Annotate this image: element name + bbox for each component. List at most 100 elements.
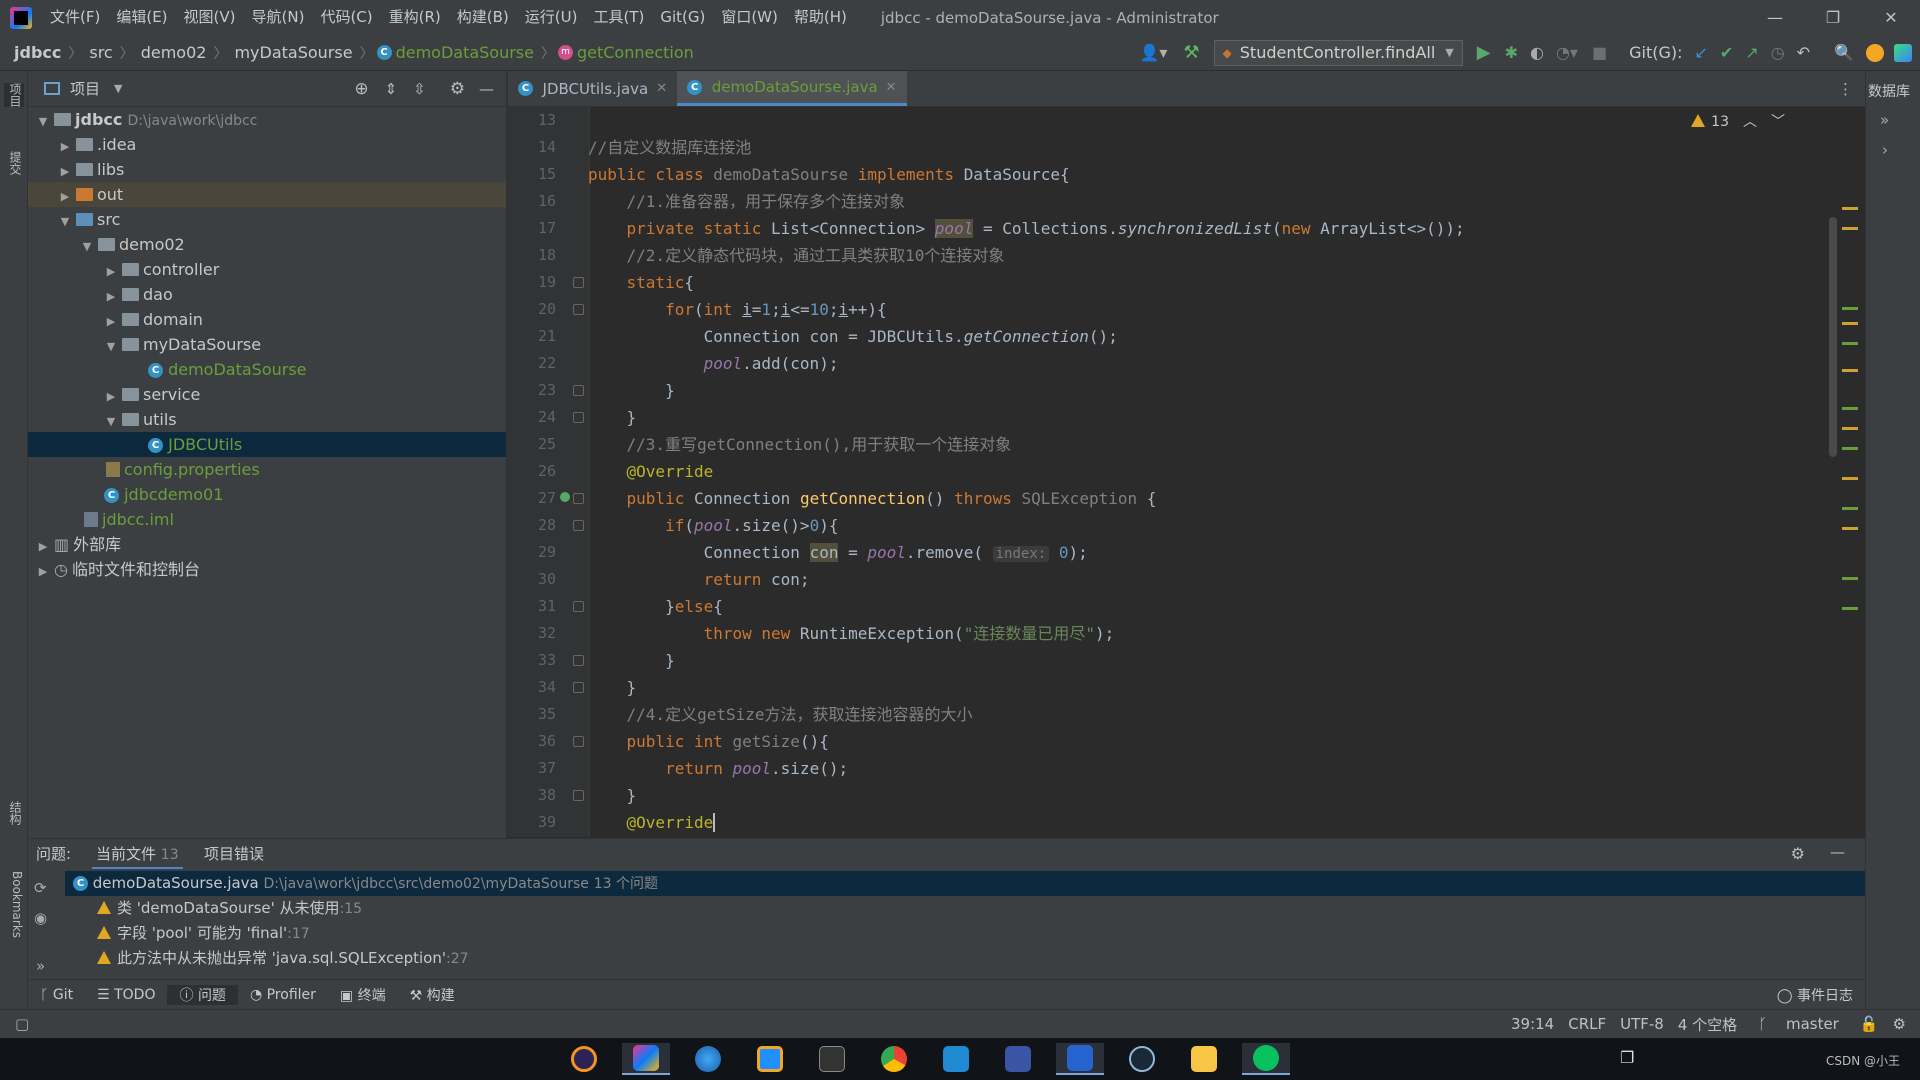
- error-stripe-mark[interactable]: [1842, 227, 1858, 230]
- double-chevron-icon[interactable]: »: [36, 957, 45, 975]
- update-icon[interactable]: [1866, 43, 1884, 62]
- run-icon[interactable]: ▶: [1469, 42, 1499, 63]
- close-icon[interactable]: ✕: [886, 80, 897, 95]
- error-stripe-mark[interactable]: [1842, 322, 1858, 325]
- gear-icon[interactable]: ⚙: [1791, 844, 1805, 863]
- tree-item-mydatasourse[interactable]: ▼ myDataSourse: [28, 332, 506, 357]
- scrollbar-thumb[interactable]: [1829, 217, 1837, 457]
- refresh-icon[interactable]: ⟳: [34, 879, 47, 897]
- tree-item-libs[interactable]: ▶ libs: [28, 157, 506, 182]
- structure-tool-tab[interactable]: 结构: [4, 801, 24, 825]
- breadcrumb-method[interactable]: getConnection: [573, 43, 698, 62]
- tree-item-jdbcdemo01[interactable]: C jdbcdemo01: [28, 482, 506, 507]
- fold-marker-icon[interactable]: [573, 682, 584, 693]
- hide-panel-icon[interactable]: —: [473, 80, 506, 98]
- indent-setting[interactable]: 4 个空格: [1671, 1014, 1744, 1035]
- tool-build[interactable]: ⚒ 构建: [398, 985, 467, 1005]
- tree-item-demodatasourse[interactable]: C demoDataSourse: [28, 357, 506, 382]
- tab-project-errors[interactable]: 项目错误: [204, 839, 264, 869]
- close-icon[interactable]: ✕: [656, 81, 667, 96]
- chevron-right-icon[interactable]: ▶: [58, 184, 72, 209]
- tree-item-scratches[interactable]: ▶ ◷ 临时文件和控制台: [28, 557, 506, 582]
- error-stripe-mark[interactable]: [1842, 507, 1858, 510]
- tree-item-src[interactable]: ▼ src: [28, 207, 506, 232]
- taskbar-terminal-icon[interactable]: [808, 1043, 856, 1075]
- stop-icon[interactable]: ■: [1584, 43, 1615, 62]
- chevron-right-icon[interactable]: ▶: [104, 259, 118, 284]
- error-stripe-mark[interactable]: [1842, 577, 1858, 580]
- taskbar-vscode-icon[interactable]: [932, 1043, 980, 1075]
- task-view-icon[interactable]: ❐: [1620, 1048, 1634, 1067]
- tree-item-controller[interactable]: ▶ controller: [28, 257, 506, 282]
- chevron-down-icon[interactable]: ▼: [36, 109, 50, 134]
- menu-refactor[interactable]: 重构(R): [381, 0, 449, 35]
- tree-item-external-libs[interactable]: ▶ ▥ 外部库: [28, 532, 506, 557]
- menu-file[interactable]: 文件(F): [42, 0, 108, 35]
- user-icon[interactable]: 👤▾: [1131, 43, 1175, 62]
- tool-event-log[interactable]: ◯ 事件日志: [1765, 985, 1865, 1005]
- error-stripe-mark[interactable]: [1842, 207, 1858, 210]
- fold-marker-icon[interactable]: [573, 655, 584, 666]
- error-stripe-mark[interactable]: [1842, 527, 1858, 530]
- tree-item-utils[interactable]: ▼ utils: [28, 407, 506, 432]
- error-stripe-mark[interactable]: [1842, 307, 1858, 310]
- coverage-icon[interactable]: ◐: [1524, 43, 1550, 62]
- tree-item-domain[interactable]: ▶ domain: [28, 307, 506, 332]
- inspection-widget[interactable]: 13 ︿ ﹀: [1691, 111, 1785, 131]
- menu-view[interactable]: 视图(V): [176, 0, 244, 35]
- minimize-icon[interactable]: —: [1746, 8, 1804, 27]
- fold-marker-icon[interactable]: [573, 790, 584, 801]
- error-stripe-mark[interactable]: [1842, 407, 1858, 410]
- collapse-all-icon[interactable]: ⇳: [405, 80, 434, 98]
- error-stripe-mark[interactable]: [1842, 342, 1858, 345]
- fold-marker-icon[interactable]: [573, 304, 584, 315]
- hide-panel-icon[interactable]: —: [1830, 843, 1845, 861]
- file-encoding[interactable]: UTF-8: [1613, 1015, 1671, 1033]
- code-editor[interactable]: 13 14 15 16 17 18 19 20 21 22 23 24 25 26 27 28 29 30 31 32…: [508, 107, 1865, 837]
- bookmarks-tool-tab[interactable]: Bookmarks: [4, 871, 24, 938]
- git-update-icon[interactable]: ↙: [1688, 43, 1713, 62]
- eye-icon[interactable]: ◉: [34, 909, 47, 927]
- debug-icon[interactable]: ✱: [1499, 43, 1524, 62]
- git-commit-icon[interactable]: ✔: [1714, 43, 1739, 62]
- menu-edit[interactable]: 编辑(E): [108, 0, 175, 35]
- fold-marker-icon[interactable]: [573, 736, 584, 747]
- breadcrumb-project[interactable]: jdbcc: [10, 43, 65, 62]
- chevron-right-icon[interactable]: ▶: [58, 134, 72, 159]
- fold-marker-icon[interactable]: [573, 385, 584, 396]
- chevron-right-icon[interactable]: ▶: [104, 284, 118, 309]
- taskbar-explorer-icon[interactable]: [1180, 1043, 1228, 1075]
- layout-icon[interactable]: ▢: [8, 1015, 36, 1033]
- chevron-down-icon[interactable]: ▼: [114, 82, 122, 95]
- project-view-select[interactable]: 项目: [70, 78, 100, 99]
- tree-item-idea[interactable]: ▶ .idea: [28, 132, 506, 157]
- menu-build[interactable]: 构建(B): [449, 0, 517, 35]
- problem-item[interactable]: 字段 'pool' 可能为 'final':17: [65, 921, 1865, 946]
- breadcrumb-demo02[interactable]: demo02: [137, 43, 211, 62]
- menu-help[interactable]: 帮助(H): [786, 0, 855, 35]
- taskbar-todo-icon[interactable]: [1056, 1043, 1104, 1075]
- fold-marker-icon[interactable]: [573, 412, 584, 423]
- error-stripe-mark[interactable]: [1842, 447, 1858, 450]
- project-tool-tab[interactable]: 项目: [4, 83, 24, 107]
- taskbar-eclipse-icon[interactable]: [560, 1043, 608, 1075]
- tree-item-dao[interactable]: ▶ dao: [28, 282, 506, 307]
- problem-item[interactable]: 类 'demoDataSourse' 从未使用:15: [65, 896, 1865, 921]
- breadcrumb-file[interactable]: demoDataSourse: [392, 43, 538, 62]
- breadcrumb-mydatasourse[interactable]: myDataSourse: [230, 43, 356, 62]
- problem-item[interactable]: 此方法中从未抛出异常 'java.sql.SQLException':27: [65, 946, 1865, 971]
- tree-item-jdbcc[interactable]: ▼ jdbcc D:\java\work\jdbcc: [28, 107, 506, 132]
- tool-todo[interactable]: ☰ TODO: [85, 987, 167, 1003]
- fold-marker-icon[interactable]: [573, 493, 584, 504]
- close-icon[interactable]: ✕: [1862, 8, 1920, 27]
- history-icon[interactable]: ◷: [1765, 43, 1791, 62]
- search-icon[interactable]: 🔍: [1816, 43, 1860, 62]
- error-stripe-mark[interactable]: [1842, 477, 1858, 480]
- chevron-down-icon[interactable]: ﹀: [1771, 114, 1785, 130]
- tool-terminal[interactable]: ▣ 终端: [328, 985, 398, 1005]
- chevron-right-icon[interactable]: ▶: [36, 559, 50, 584]
- override-marker-icon[interactable]: [560, 492, 570, 502]
- error-stripe-mark[interactable]: [1842, 607, 1858, 610]
- taskbar-steam-icon[interactable]: [1118, 1043, 1166, 1075]
- chevron-right-icon[interactable]: ▶: [104, 384, 118, 409]
